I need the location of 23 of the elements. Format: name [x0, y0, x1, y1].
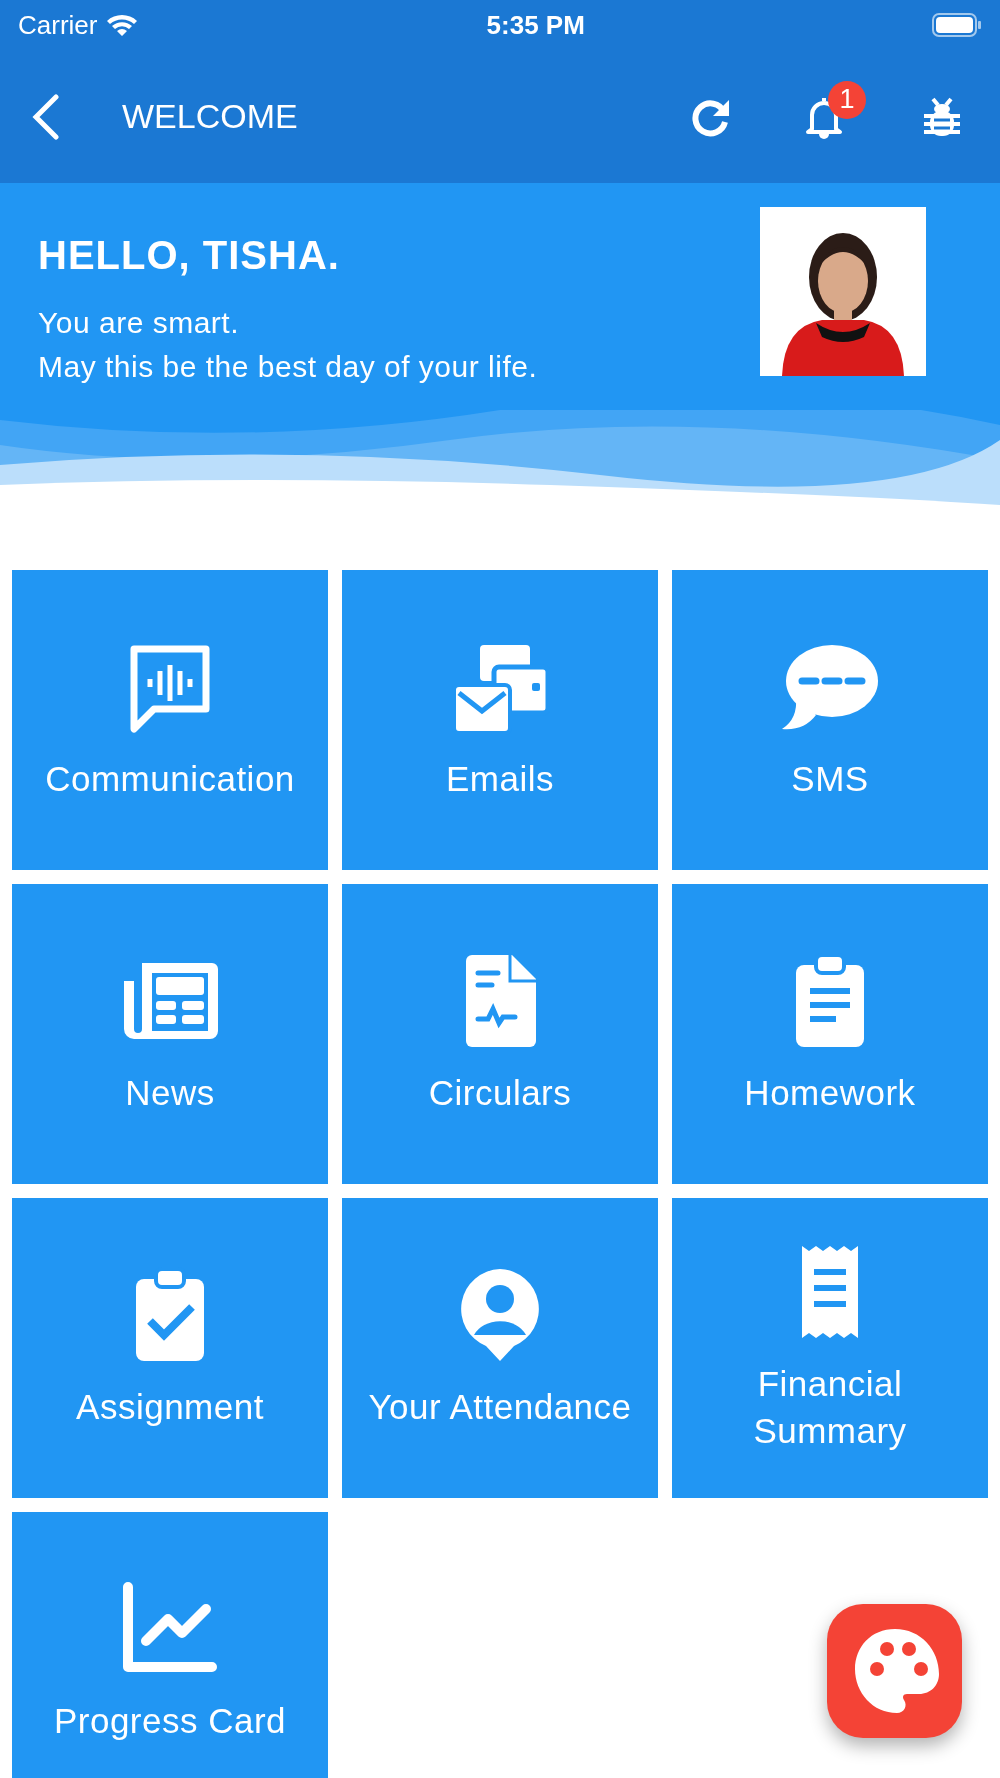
page-title: WELCOME	[122, 96, 299, 137]
notification-count: 1	[828, 80, 866, 119]
menu-tile[interactable]: Homework	[672, 884, 988, 1184]
status-time: 5:35 PM	[486, 8, 585, 42]
menu-tile[interactable]: Circulars	[342, 884, 658, 1184]
back-button[interactable]	[30, 93, 60, 140]
menu-tile[interactable]: Progress Card	[12, 1512, 328, 1778]
menu-tile[interactable]: Assignment	[12, 1198, 328, 1498]
carrier-name: Carrier	[18, 8, 98, 42]
debug-button[interactable]	[922, 95, 962, 138]
menu-tile[interactable]: Your Attendance	[342, 1198, 658, 1498]
greeting-message: May this be the best day of your life.	[38, 348, 538, 385]
menu-tile[interactable]: SMS	[672, 570, 988, 870]
greeting-title: HELLO, TISHA.	[38, 232, 341, 279]
greeting-message: You are smart.	[38, 305, 240, 341]
theme-button[interactable]	[827, 1604, 962, 1738]
menu-tile[interactable]: Emails	[342, 570, 658, 870]
menu-tile[interactable]: Communication	[12, 570, 328, 870]
menu-tile[interactable]: Financial Summary	[672, 1198, 988, 1498]
battery-icon	[932, 13, 982, 37]
wifi-icon	[105, 12, 140, 38]
notifications-button[interactable]: 1	[804, 80, 866, 139]
menu-tile[interactable]: News	[12, 884, 328, 1184]
